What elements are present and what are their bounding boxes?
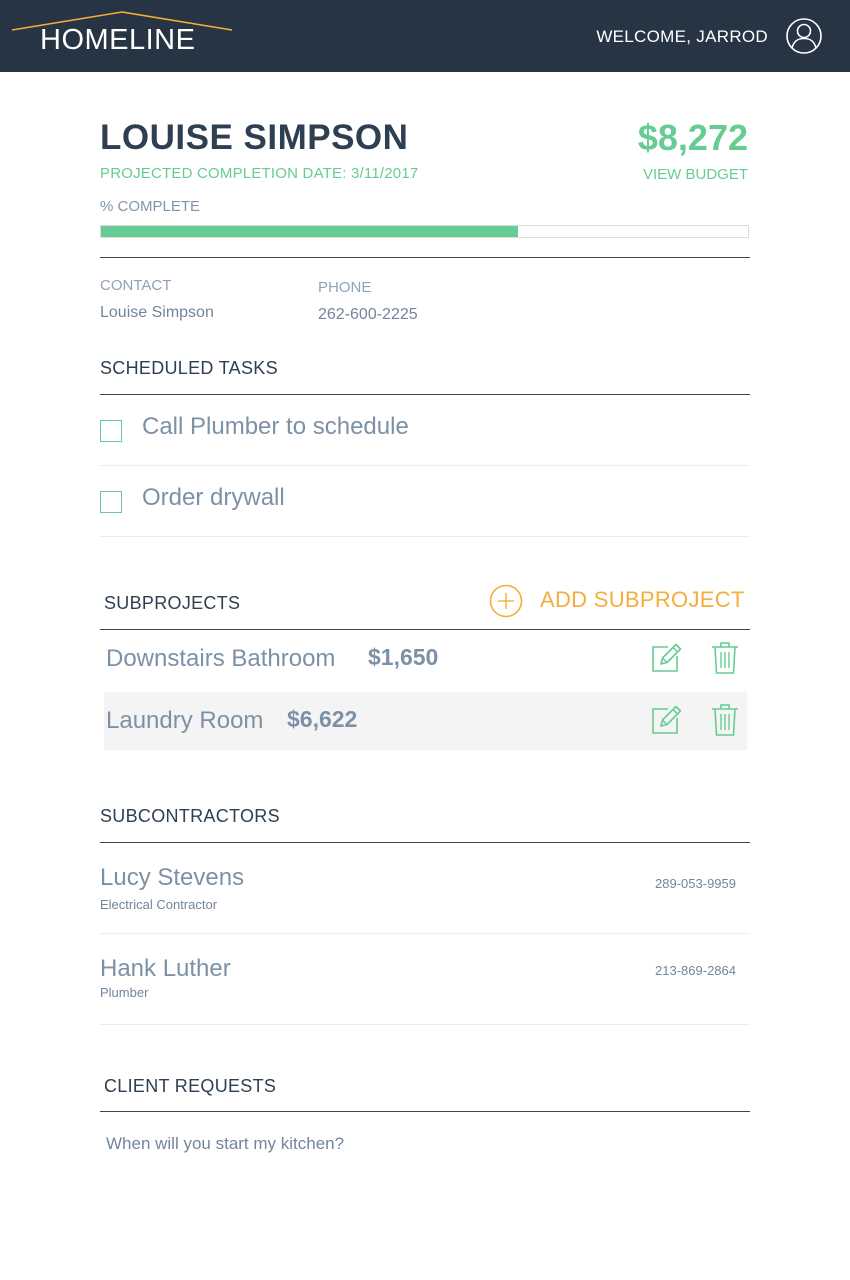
subproject-row[interactable]: Downstairs Bathroom $1,650	[104, 630, 747, 688]
task-checkbox[interactable]	[100, 420, 122, 442]
contact-label: CONTACT	[100, 277, 172, 294]
divider	[100, 1111, 750, 1112]
phone-label: PHONE	[318, 279, 372, 296]
subcontractors-heading: SUBCONTRACTORS	[100, 806, 280, 826]
edit-icon[interactable]	[650, 704, 682, 736]
welcome-text: WELCOME, JARROD	[596, 27, 768, 46]
subproject-amount: $1,650	[368, 644, 439, 670]
subcontractor-phone[interactable]: 213-869-2864	[655, 963, 736, 978]
add-circle-icon	[489, 584, 523, 618]
subproject-row[interactable]: Laundry Room $6,622	[104, 692, 747, 750]
task-checkbox[interactable]	[100, 491, 122, 513]
edit-icon[interactable]	[650, 642, 682, 674]
task-label: Call Plumber to schedule	[142, 413, 409, 440]
task-item: Order drywall	[100, 466, 750, 536]
divider	[100, 536, 750, 537]
projected-completion-date: PROJECTED COMPLETION DATE: 3/11/2017	[100, 165, 419, 182]
budget-amount: $8,272	[637, 117, 748, 158]
subcontractor-phone[interactable]: 289-053-9959	[655, 876, 736, 891]
top-navigation-bar: HOMELINE WELCOME, JARROD	[0, 0, 850, 72]
trash-icon[interactable]	[711, 641, 739, 675]
client-name-heading: LOUISE SIMPSON	[100, 118, 409, 157]
subcontractor-role: Plumber	[100, 985, 149, 1000]
progress-bar	[100, 225, 749, 238]
divider	[100, 933, 750, 934]
phone-value: 262-600-2225	[318, 306, 418, 323]
subproject-name: Laundry Room	[106, 707, 264, 734]
client-request-item: When will you start my kitchen?	[106, 1134, 345, 1153]
view-budget-link[interactable]: VIEW BUDGET	[643, 166, 748, 183]
subproject-name: Downstairs Bathroom	[106, 645, 336, 672]
add-subproject-button[interactable]: ADD SUBPROJECT	[489, 584, 751, 618]
progress-bar-fill	[101, 226, 519, 237]
client-requests-heading: CLIENT REQUESTS	[104, 1076, 277, 1096]
add-subproject-label: ADD SUBPROJECT	[540, 587, 745, 612]
subcontractor-name[interactable]: Hank Luther	[100, 955, 231, 983]
subprojects-heading: SUBPROJECTS	[104, 593, 241, 613]
subcontractor-name[interactable]: Lucy Stevens	[100, 864, 244, 892]
subproject-amount: $6,622	[287, 706, 358, 732]
divider	[100, 842, 750, 843]
homeline-logo[interactable]: HOMELINE	[10, 10, 234, 56]
divider	[100, 1024, 750, 1025]
trash-icon[interactable]	[711, 703, 739, 737]
divider	[100, 257, 750, 258]
logo-text: HOMELINE	[40, 24, 196, 56]
task-label: Order drywall	[142, 484, 285, 511]
subcontractor-role: Electrical Contractor	[100, 897, 218, 912]
task-item: Call Plumber to schedule	[100, 395, 750, 465]
user-profile-icon[interactable]	[785, 17, 823, 55]
percent-complete-label: % COMPLETE	[100, 198, 201, 215]
scheduled-tasks-heading: SCHEDULED TASKS	[100, 358, 278, 378]
contact-value: Louise Simpson	[100, 304, 214, 321]
